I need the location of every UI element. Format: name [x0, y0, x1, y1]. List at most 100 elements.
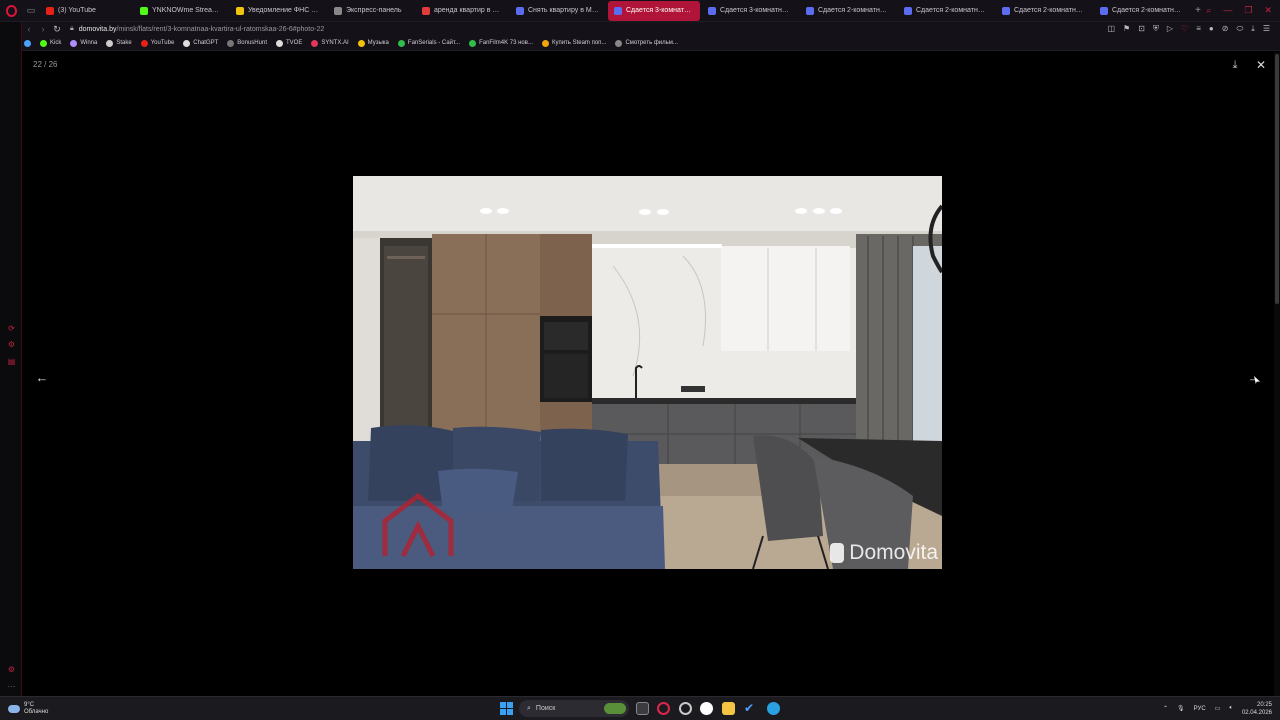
reload-button[interactable]: ↻ — [50, 24, 64, 35]
bookmark-item[interactable]: YouTube — [140, 39, 174, 47]
url-path: /minsk/flats/rent/3-komnatnaa-kvartira-u… — [116, 25, 325, 33]
back-button[interactable]: ‹ — [22, 24, 36, 34]
browser-tab[interactable]: Уведомление ФНС о зар — [230, 1, 326, 21]
download-icon[interactable]: ⤓ — [1251, 24, 1255, 34]
extensions-icon[interactable]: ⚙ — [7, 340, 16, 349]
tab-label: аренда квартир в минск — [434, 7, 502, 14]
easy-setup-icon[interactable]: ☰ — [1263, 24, 1270, 34]
bookmark-item[interactable]: Купить Steam поп... — [541, 39, 606, 47]
network-icon[interactable]: ▭ — [1215, 705, 1221, 712]
browser-tab[interactable]: аренда квартир в минск — [416, 1, 508, 21]
bookmark-item[interactable]: FanFilm4K 73 нов... — [469, 39, 533, 47]
bookmark-label: Смотреть фильм... — [625, 40, 678, 46]
weather-widget[interactable]: 9°C Облачно — [0, 702, 200, 716]
page-scrollbar[interactable] — [1274, 52, 1280, 696]
bookmark-favicon-icon — [275, 39, 283, 47]
scrollbar-thumb[interactable] — [1275, 54, 1279, 304]
url-field[interactable]: domovita.by/minsk/flats/rent/3-komnatnaa… — [79, 26, 325, 33]
browser-tab[interactable]: Сдается 2-комнатная кв — [898, 1, 994, 21]
browser-tab[interactable]: Сдается 2-комнатная кв — [996, 1, 1092, 21]
bookmark-item[interactable]: FanSerials - Сайт... — [397, 39, 461, 47]
settings-icon[interactable]: ⚙ — [7, 665, 16, 674]
bookmark-label: FanSerials - Сайт... — [407, 40, 461, 46]
taskbar-search[interactable]: ⌕ Поиск — [519, 700, 629, 717]
yandex-taskbar-icon[interactable] — [700, 702, 713, 715]
file-explorer-icon[interactable] — [722, 702, 735, 715]
photo-lightbox: 22 / 26 ⤓ ✕ ← → Domovita — [22, 52, 1280, 696]
browser-tab[interactable]: Сдается 2-комнатная кв — [800, 1, 896, 21]
weather-temp: 9°C — [24, 701, 35, 708]
tray-expand-icon[interactable]: ⌃ — [1163, 705, 1168, 712]
bookmark-item[interactable]: Stake — [106, 39, 132, 47]
bookmark-item[interactable]: ChatGPT — [183, 39, 218, 47]
bookmark-item[interactable]: Winna — [70, 39, 97, 47]
browser-tab[interactable]: (3) YouTube — [40, 1, 132, 21]
vpn-icon[interactable]: ⛨ — [1153, 24, 1159, 34]
minimize-button[interactable]: — — [1223, 5, 1232, 16]
opera-menu-button[interactable] — [0, 0, 22, 22]
task-view-icon[interactable] — [636, 702, 649, 715]
history-icon[interactable]: ⟳ — [7, 324, 16, 333]
window-controls: ⌕ — ❐ ✕ — [1206, 5, 1280, 16]
volume-icon[interactable]: 🔈︎ — [1229, 705, 1233, 712]
start-button[interactable] — [500, 702, 513, 715]
extension-icon[interactable]: ● — [1209, 24, 1214, 34]
maximize-button[interactable]: ❐ — [1244, 5, 1252, 16]
lock-icon[interactable]: 🔒︎ — [70, 25, 74, 33]
snapshot-icon[interactable]: ⊡ — [1138, 24, 1145, 34]
bookmark-speed-dial[interactable] — [24, 39, 31, 47]
search-tabs-icon[interactable]: ⌕ — [1206, 5, 1211, 16]
browser-tab[interactable]: Сдается 3-комнатная кв — [702, 1, 798, 21]
heart-icon[interactable]: ♡ — [1181, 24, 1188, 34]
new-tab-button[interactable]: + — [1190, 5, 1206, 16]
clock[interactable]: 20:25 02.04.2026 — [1242, 701, 1272, 717]
bookmark-label: TVOE — [285, 40, 303, 46]
menu-icon[interactable]: ≡ — [1196, 24, 1201, 34]
tab-favicon-icon — [140, 6, 148, 15]
bookmark-item[interactable]: Смотреть фильм... — [615, 39, 678, 47]
bookmark-favicon-icon — [227, 39, 235, 47]
more-icon[interactable]: ⋯ — [7, 682, 16, 691]
sidebar-toggle-icon[interactable]: ◫ — [1107, 24, 1115, 34]
browser-tab[interactable]: Сдается 3-комнатная кв — [608, 0, 700, 21]
browser-taskbar-icon[interactable] — [679, 702, 692, 715]
bookmark-item[interactable]: BonusHunt — [227, 39, 267, 47]
close-lightbox-button[interactable]: ✕ — [1254, 58, 1268, 72]
bookmark-label: SYNTX.AI — [321, 40, 349, 46]
chat-icon[interactable]: ⬭ — [1236, 24, 1243, 34]
tab-label: Экспресс-панель — [346, 7, 402, 14]
opera-taskbar-icon[interactable] — [657, 702, 670, 715]
tab-favicon-icon — [708, 6, 716, 15]
bookmark-icon[interactable]: ⚑ — [1123, 24, 1130, 34]
tab-favicon-icon — [806, 6, 814, 15]
play-icon[interactable]: ▷ — [1167, 24, 1173, 34]
apartment-photo: Domovita — [353, 176, 942, 569]
browser-tab[interactable]: Сдается 2-комнатная кв — [1094, 1, 1190, 21]
language-indicator[interactable]: РУС — [1194, 706, 1206, 712]
window-close-button[interactable]: ✕ — [1264, 5, 1272, 16]
watermark-text: Domovita — [849, 541, 938, 564]
bookmark-item[interactable]: TVOE — [275, 39, 303, 47]
bookmark-item[interactable]: SYNTX.AI — [311, 39, 349, 47]
bookmark-item[interactable]: Музыка — [357, 39, 389, 47]
previous-photo-button[interactable]: ← — [34, 370, 50, 386]
browser-tab[interactable]: Экспресс-панель — [328, 1, 414, 21]
bookmark-item[interactable]: Kick — [40, 39, 61, 47]
download-photo-button[interactable]: ⤓ — [1228, 58, 1242, 72]
toolbar-right: ◫ ⚑ ⊡ ⛨ ▷ ♡ ≡ ● ⊘ ⬭ ⤓ ☰ — [1107, 24, 1280, 34]
adblock-icon[interactable]: ⊘ — [1222, 24, 1229, 34]
telegram-icon[interactable] — [767, 702, 780, 715]
tab-label: Уведомление ФНС о зар — [248, 7, 320, 14]
tab-label: (3) YouTube — [58, 7, 96, 14]
next-photo-button[interactable]: → — [1246, 370, 1262, 386]
tab-overview-icon[interactable]: ▭ — [22, 0, 40, 22]
browser-tab[interactable]: YNKNOWme Stream - Wa — [134, 1, 228, 21]
forward-button[interactable]: › — [36, 24, 50, 34]
bookmarks-sidebar-icon[interactable]: ▤ — [7, 357, 16, 366]
browser-tab[interactable]: Снять квартиру в Минск — [510, 1, 606, 21]
checkmark-app-icon[interactable]: ✔ — [744, 702, 757, 715]
tab-label: Сдается 3-комнатная кв — [626, 7, 694, 14]
bookmark-favicon-icon — [469, 39, 477, 47]
tab-bar: ▭ (3) YouTube YNKNOWme Stream - Wa Уведомл… — [0, 0, 1280, 22]
microphone-icon[interactable]: 🎙︎ — [1177, 705, 1185, 712]
